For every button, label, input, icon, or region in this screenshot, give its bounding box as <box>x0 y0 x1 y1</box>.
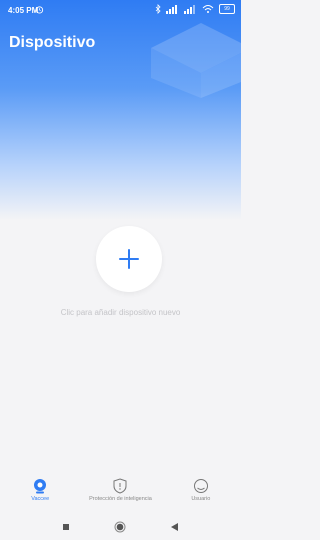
page-title: Dispositivo <box>9 34 96 51</box>
status-icons: 99 <box>155 4 235 14</box>
bottom-nav: Vaccee Protección de inteligencia Usuari… <box>0 474 241 512</box>
user-icon <box>193 479 208 493</box>
status-time: 4:05 PM <box>8 6 39 15</box>
signal-icon <box>166 5 177 14</box>
back-icon[interactable] <box>170 522 179 532</box>
status-bar: 4:05 PM 99 <box>0 0 241 20</box>
building-decoration-icon <box>151 23 241 98</box>
nav-label-usuario: Usuario <box>191 496 211 502</box>
shield-icon <box>113 478 127 494</box>
header-background <box>0 0 241 220</box>
wifi-icon <box>202 5 214 13</box>
system-nav-bar <box>0 514 241 540</box>
nav-label-vaccee: Vaccee <box>31 496 50 502</box>
add-device-button[interactable] <box>96 226 162 292</box>
battery-icon: 99 <box>219 4 235 14</box>
plus-icon <box>119 249 139 269</box>
nav-item-proteccion[interactable]: Protección de inteligencia <box>80 474 160 502</box>
camera-icon <box>34 479 47 494</box>
add-device-hint[interactable]: Clic para añadir dispositivo nuevo <box>0 308 241 317</box>
nav-item-usuario[interactable]: Usuario <box>161 474 241 502</box>
signal-2-icon <box>184 5 195 14</box>
home-icon[interactable] <box>114 521 126 533</box>
nav-item-vaccee[interactable]: Vaccee <box>0 474 80 502</box>
recents-icon[interactable] <box>62 523 70 531</box>
nav-label-proteccion: Protección de inteligencia <box>89 496 152 502</box>
alarm-icon <box>35 6 44 14</box>
battery-level: 99 <box>224 6 230 12</box>
bluetooth-icon <box>155 4 161 14</box>
